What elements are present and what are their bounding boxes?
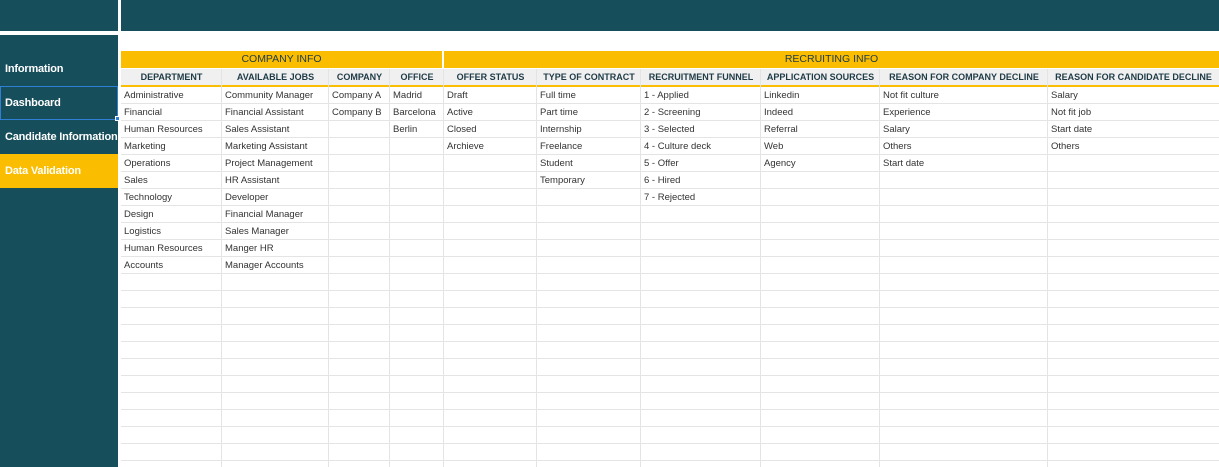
table-cell[interactable]: Referral (761, 121, 880, 138)
table-cell[interactable]: Berlin (390, 121, 444, 138)
grid-line (121, 307, 1219, 308)
column-header[interactable]: DEPARTMENT (121, 69, 222, 86)
table-cell[interactable]: Marketing (121, 138, 222, 155)
column-header[interactable]: APPLICATION SOURCES (761, 69, 880, 86)
sidebar: Information Dashboard Candidate Informat… (0, 35, 118, 467)
grid-line (121, 324, 1219, 325)
table-cell[interactable]: Student (537, 155, 641, 172)
sidebar-item-candidate-information[interactable]: Candidate Information (0, 120, 118, 154)
column-header[interactable]: TYPE OF CONTRACT (537, 69, 641, 86)
table-cell[interactable]: Operations (121, 155, 222, 172)
table-cell[interactable]: Experience (880, 104, 1048, 121)
table-cell[interactable]: Temporary (537, 172, 641, 189)
table-cell[interactable]: Not fit job (1048, 104, 1219, 121)
table-cell[interactable]: Full time (537, 87, 641, 104)
group-header-company-info: COMPANY INFO (121, 51, 442, 68)
table-cell[interactable]: Company B (329, 104, 390, 121)
sidebar-item-dashboard[interactable]: Dashboard (0, 86, 118, 120)
table-cell[interactable]: Technology (121, 189, 222, 206)
table-cell[interactable]: Administrative (121, 87, 222, 104)
table-cell[interactable]: Manger HR (222, 240, 329, 257)
table-cell[interactable]: Freelance (537, 138, 641, 155)
table-cell[interactable]: Manager Accounts (222, 257, 329, 274)
table-cell[interactable]: Agency (761, 155, 880, 172)
table-cell[interactable]: Marketing Assistant (222, 138, 329, 155)
table-cell[interactable]: Start date (1048, 121, 1219, 138)
table-cell[interactable]: 5 - Offer (641, 155, 761, 172)
table-cell[interactable]: Company A (329, 87, 390, 104)
table-cell[interactable]: Part time (537, 104, 641, 121)
table-cell[interactable]: Salary (880, 121, 1048, 138)
grid-line (121, 341, 1219, 342)
table-cell[interactable]: Internship (537, 121, 641, 138)
table-cell[interactable]: Closed (444, 121, 537, 138)
column-header[interactable]: OFFICE (390, 69, 444, 86)
sidebar-item-label: Data Validation (5, 165, 81, 177)
grid-line (121, 358, 1219, 359)
table-cell[interactable]: Start date (880, 155, 1048, 172)
grid-line (121, 460, 1219, 461)
grid-line (121, 290, 1219, 291)
table-cell[interactable]: 4 - Culture deck (641, 138, 761, 155)
table-cell[interactable]: 1 - Applied (641, 87, 761, 104)
table-cell[interactable]: Accounts (121, 257, 222, 274)
column-header[interactable]: OFFER STATUS (444, 69, 537, 86)
table-cell[interactable]: Others (1048, 138, 1219, 155)
sidebar-item-label: Candidate Information (5, 131, 118, 143)
table-cell[interactable]: Others (880, 138, 1048, 155)
table-cell[interactable]: Human Resources (121, 121, 222, 138)
table-cell[interactable]: Sales Manager (222, 223, 329, 240)
table-cell[interactable]: Design (121, 206, 222, 223)
table-cell[interactable]: Sales Assistant (222, 121, 329, 138)
table-cell[interactable]: Human Resources (121, 240, 222, 257)
column-header[interactable]: AVAILABLE JOBS (222, 69, 329, 86)
table-cell[interactable]: Sales (121, 172, 222, 189)
table-cell[interactable]: Indeed (761, 104, 880, 121)
sidebar-item-label: Dashboard (5, 97, 61, 109)
spreadsheet-window: Information Dashboard Candidate Informat… (0, 0, 1219, 467)
table-cell[interactable]: Madrid (390, 87, 444, 104)
table-cell[interactable]: Logistics (121, 223, 222, 240)
table-cell[interactable]: Financial Manager (222, 206, 329, 223)
table-cell[interactable]: Financial Assistant (222, 104, 329, 121)
data-validation-sheet[interactable]: COMPANY INFO RECRUITING INFO DEPARTMENT A… (121, 35, 1219, 467)
table-cell[interactable]: Salary (1048, 87, 1219, 104)
table-cell[interactable]: Developer (222, 189, 329, 206)
grid-line (121, 409, 1219, 410)
table-cell[interactable]: Web (761, 138, 880, 155)
table-cell[interactable]: HR Assistant (222, 172, 329, 189)
sidebar-item-label: Information (5, 63, 64, 75)
sidebar-item-information[interactable]: Information (0, 52, 118, 86)
table-cell[interactable]: Community Manager (222, 87, 329, 104)
column-header[interactable]: REASON FOR COMPANY DECLINE (880, 69, 1048, 86)
sidebar-item-data-validation[interactable]: Data Validation (0, 154, 118, 188)
grid-line (121, 392, 1219, 393)
table-cell[interactable]: Active (444, 104, 537, 121)
column-header[interactable]: RECRUITMENT FUNNEL (641, 69, 761, 86)
table-cell[interactable]: Draft (444, 87, 537, 104)
grid-line (121, 426, 1219, 427)
table-cell[interactable]: Barcelona (390, 104, 444, 121)
group-header-recruiting-info: RECRUITING INFO (444, 51, 1219, 68)
table-cell[interactable]: 2 - Screening (641, 104, 761, 121)
selection-handle[interactable] (115, 116, 120, 121)
table-cell[interactable]: 7 - Rejected (641, 189, 761, 206)
table-cell[interactable]: Project Management (222, 155, 329, 172)
table-cell[interactable]: Linkedin (761, 87, 880, 104)
top-bar (121, 0, 1219, 31)
table-cell[interactable]: 6 - Hired (641, 172, 761, 189)
table-cell[interactable]: Not fit culture (880, 87, 1048, 104)
column-header[interactable]: REASON FOR CANDIDATE DECLINE (1048, 69, 1219, 86)
top-bar-left (0, 0, 118, 31)
table-cell[interactable]: Archieve (444, 138, 537, 155)
column-header[interactable]: COMPANY (329, 69, 390, 86)
grid-line (121, 375, 1219, 376)
table-cell[interactable]: 3 - Selected (641, 121, 761, 138)
table-cell[interactable]: Financial (121, 104, 222, 121)
grid-line (121, 443, 1219, 444)
